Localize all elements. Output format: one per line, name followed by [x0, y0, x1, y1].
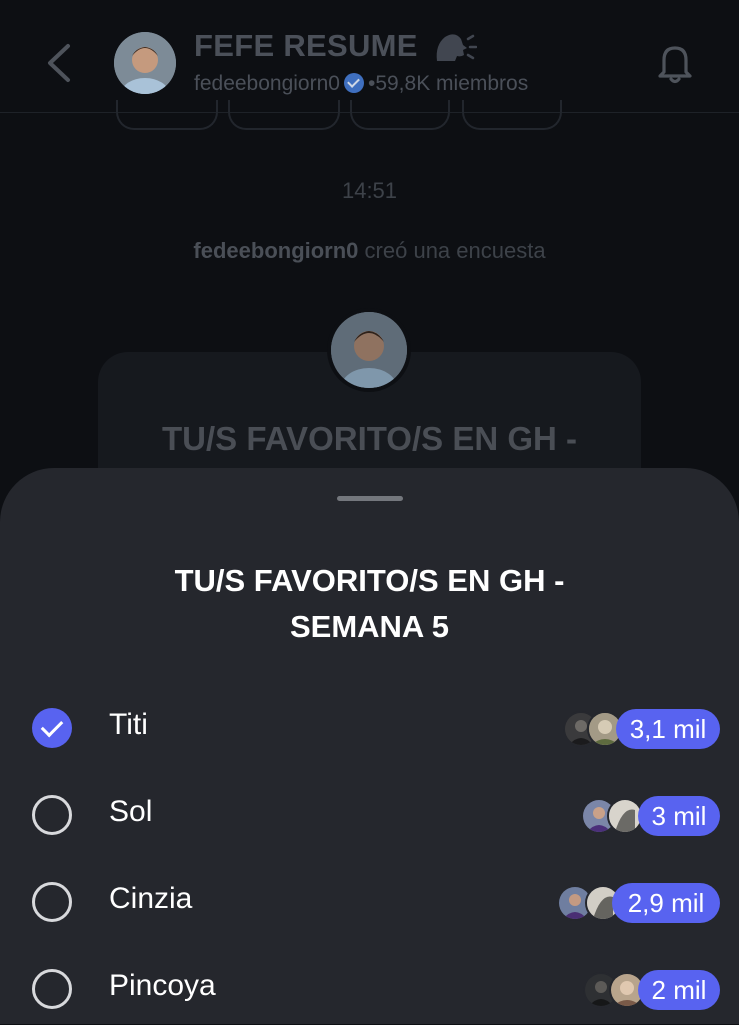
channel-title-text: FEFE RESUME: [194, 28, 418, 63]
reaction-chip[interactable]: [462, 100, 562, 130]
channel-username: fedeebongiorn0: [194, 72, 340, 95]
poll-title-line-1: TU/S FAVORITO/S EN GH -: [174, 563, 565, 598]
back-chevron-icon[interactable]: [40, 40, 80, 86]
poll-option-sol[interactable]: Sol 3 mil: [0, 779, 739, 851]
option-label: Pincoya: [109, 969, 216, 1002]
poll-option-pincoya[interactable]: Pincoya 2 mil: [0, 953, 739, 1025]
option-label: Sol: [109, 795, 153, 828]
voter-avatars: [583, 972, 645, 1008]
poll-card-title: TU/S FAVORITO/S EN GH -: [162, 420, 577, 457]
option-label: Cinzia: [109, 882, 193, 915]
poll-bottom-sheet: TU/S FAVORITO/S EN GH - SEMANA 5 Titi 3,…: [0, 468, 739, 1024]
channel-title[interactable]: FEFE RESUME: [194, 28, 477, 65]
poll-author-avatar: [327, 308, 411, 392]
reaction-chip[interactable]: [116, 100, 218, 130]
verified-badge-icon: [343, 73, 364, 93]
checkmark-icon[interactable]: [32, 708, 72, 748]
reaction-chips: [110, 100, 570, 132]
radio-button[interactable]: [32, 882, 72, 922]
vote-count-badge: 3 mil: [638, 796, 720, 836]
vote-count-badge: 2,9 mil: [612, 883, 720, 923]
poll-option-cinzia[interactable]: Cinzia 2,9 mil: [0, 866, 739, 938]
reaction-chip[interactable]: [350, 100, 450, 130]
vote-count-badge: 2 mil: [638, 970, 720, 1010]
event-text: creó una encuesta: [364, 238, 546, 263]
option-label: Titi: [109, 708, 148, 741]
member-count: 59,8K miembros: [375, 72, 529, 95]
chat-header: FEFE RESUME fedeebongiorn0 •59,8K miembro…: [0, 0, 739, 113]
channel-subtitle: fedeebongiorn0 •59,8K miembros: [194, 72, 528, 96]
voter-avatars: [581, 798, 643, 834]
vote-count-badge: 3,1 mil: [616, 709, 720, 749]
sheet-grabber[interactable]: [337, 496, 403, 501]
bell-icon[interactable]: [652, 40, 698, 86]
poll-title-line-2: SEMANA 5: [289, 609, 450, 644]
poll-title: TU/S FAVORITO/S EN GH - SEMANA 5: [0, 558, 739, 650]
reaction-chip[interactable]: [228, 100, 340, 130]
radio-button[interactable]: [32, 969, 72, 1009]
channel-avatar[interactable]: [114, 32, 176, 94]
speaking-head-icon: [436, 34, 477, 61]
poll-created-notice: fedeebongiorn0 creó una encuesta: [0, 238, 739, 264]
poll-option-titi[interactable]: Titi 3,1 mil: [0, 692, 739, 764]
radio-button[interactable]: [32, 795, 72, 835]
message-time: 14:51: [341, 178, 398, 203]
event-username: fedeebongiorn0: [193, 238, 359, 263]
